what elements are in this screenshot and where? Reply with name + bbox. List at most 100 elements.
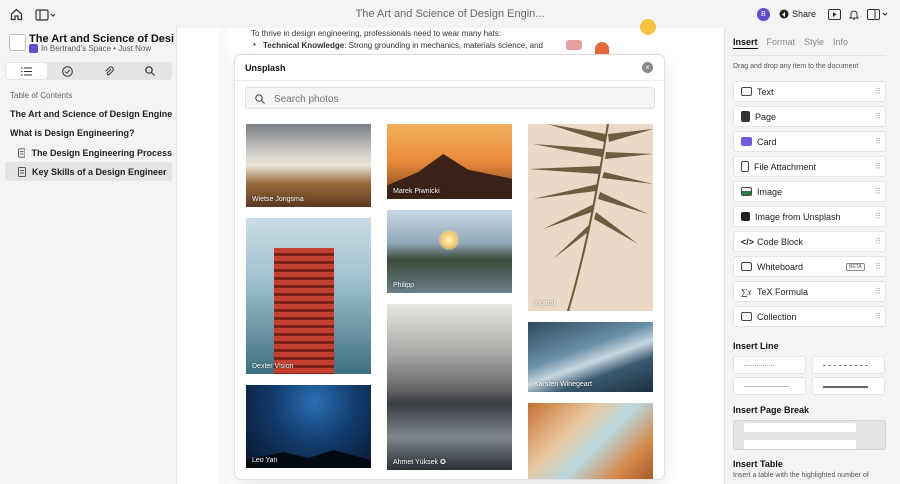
photo-credit: Wietse Jongsma <box>252 196 304 203</box>
top-bar: The Art and Science of Design Engin... B… <box>0 0 900 28</box>
home-icon[interactable] <box>9 7 24 22</box>
image-icon <box>741 187 752 196</box>
tab-style[interactable]: Style <box>804 37 824 49</box>
photo-card[interactable]: Dexter Vision <box>246 218 371 374</box>
present-icon[interactable] <box>828 8 841 20</box>
search-bar <box>245 87 655 109</box>
item-label: Code Block <box>757 236 804 247</box>
photo-card[interactable]: Wietse Jongsma <box>246 124 371 207</box>
insert-code-block-item[interactable]: </> Code Block ⠿ <box>733 231 886 252</box>
toc-item-label: Key Skills of a Design Engineer <box>32 166 167 177</box>
page-gutter <box>218 28 228 484</box>
insert-page-item[interactable]: Page ⠿ <box>733 106 886 127</box>
divider <box>235 80 664 81</box>
drag-handle-icon[interactable]: ⠿ <box>875 237 881 246</box>
drag-handle-icon[interactable]: ⠿ <box>875 112 881 121</box>
insert-table-hint: Insert a table with the highlighted numb… <box>733 472 869 479</box>
panel-tabs: Insert Format Style Info <box>733 37 848 49</box>
line-style-dotted[interactable] <box>812 356 885 374</box>
toc-item-sub[interactable]: The Design Engineering Process <box>5 144 172 162</box>
palm-leaf <box>528 124 653 311</box>
item-label: File Attachment <box>754 161 817 172</box>
photo-building <box>274 248 334 374</box>
tab-search[interactable] <box>130 63 171 79</box>
tab-attachments[interactable] <box>89 63 130 79</box>
photo-sun <box>439 230 459 250</box>
insert-whiteboard-item[interactable]: Whiteboard BETA ⠿ <box>733 256 886 277</box>
tab-insert[interactable]: Insert <box>733 37 758 49</box>
photo-credit: Ahmet Yüksek ✪ <box>393 459 446 466</box>
file-icon <box>741 161 749 172</box>
photo-card[interactable]: Leo Yan <box>246 385 371 468</box>
insert-text-item[interactable]: Text ⠿ <box>733 81 886 102</box>
panel-divider <box>733 55 886 56</box>
photo-card[interactable]: Ingmar <box>528 124 653 311</box>
drag-handle-icon[interactable]: ⠿ <box>875 87 881 96</box>
sigma-icon: ∑x <box>741 286 752 297</box>
bell-icon[interactable] <box>849 8 859 20</box>
close-icon[interactable]: × <box>642 62 653 73</box>
sidebar-toggle-icon[interactable] <box>34 7 58 22</box>
card-icon <box>741 137 752 146</box>
search-icon <box>145 66 156 76</box>
item-label: Image from Unsplash <box>755 211 841 222</box>
item-label: Card <box>757 136 777 147</box>
sticker-flame <box>595 42 609 56</box>
photo-card[interactable] <box>528 403 653 479</box>
insert-unsplash-item[interactable]: Image from Unsplash ⠿ <box>733 206 886 227</box>
search-input[interactable] <box>274 92 644 106</box>
photo-card[interactable]: Marek Piwnicki <box>387 124 512 199</box>
drag-handle-icon[interactable]: ⠿ <box>875 162 881 171</box>
check-circle-icon <box>62 65 74 77</box>
toc-heading: Table of Contents <box>10 91 73 100</box>
page-icon <box>741 111 750 122</box>
photo-card[interactable]: Ahmet Yüksek ✪ <box>387 304 512 470</box>
share-icon <box>779 9 789 19</box>
sticker-car <box>566 40 582 50</box>
collection-icon <box>741 312 752 321</box>
insert-image-item[interactable]: Image ⠿ <box>733 181 886 202</box>
item-label: Whiteboard <box>757 261 804 272</box>
toc-item[interactable]: What is Design Engineering? <box>10 128 135 138</box>
tab-outline[interactable] <box>6 63 48 79</box>
item-label: Collection <box>757 311 797 322</box>
drag-handle-icon[interactable]: ⠿ <box>875 312 881 321</box>
window-title: The Art and Science of Design Engin... <box>355 8 545 20</box>
photo-card[interactable]: Philipp <box>387 210 512 293</box>
tab-tasks[interactable] <box>47 63 88 79</box>
toc-item-label: The Design Engineering Process <box>31 148 172 158</box>
document-icon <box>9 34 26 51</box>
drag-handle-icon[interactable]: ⠿ <box>875 212 881 221</box>
whiteboard-icon <box>741 262 752 271</box>
sidebar-tabs <box>5 62 172 80</box>
insert-file-attachment-item[interactable]: File Attachment ⠿ <box>733 156 886 177</box>
panel-toggle-icon[interactable] <box>866 8 890 20</box>
tab-format[interactable]: Format <box>767 37 796 49</box>
emoji-sticker <box>640 19 656 35</box>
avatar[interactable]: B <box>757 8 770 21</box>
share-button[interactable]: Share <box>775 5 820 23</box>
insert-tex-item[interactable]: ∑x TeX Formula ⠿ <box>733 281 886 302</box>
insert-collection-item[interactable]: Collection ⠿ <box>733 306 886 327</box>
line-style-thick[interactable] <box>812 377 885 395</box>
text-icon <box>741 87 752 96</box>
drag-handle-icon[interactable]: ⠿ <box>875 287 881 296</box>
insert-page-break-heading: Insert Page Break <box>733 405 810 415</box>
page-break-item[interactable] <box>733 420 886 450</box>
line-style-thin[interactable] <box>733 377 806 395</box>
drag-handle-icon[interactable]: ⠿ <box>875 187 881 196</box>
code-icon: </> <box>741 236 755 247</box>
toc-item-sub-selected[interactable]: Key Skills of a Design Engineer <box>5 162 172 181</box>
tab-info[interactable]: Info <box>833 37 848 49</box>
toc-item[interactable]: The Art and Science of Design Engineer..… <box>10 109 172 119</box>
modal-title: Unsplash <box>245 63 286 73</box>
page-icon <box>18 148 26 158</box>
drag-handle-icon[interactable]: ⠿ <box>875 262 881 271</box>
photo-card[interactable]: Karsten Winegeart <box>528 322 653 392</box>
drag-handle-icon[interactable]: ⠿ <box>875 137 881 146</box>
line-style-dotted-sparse[interactable] <box>733 356 806 374</box>
doc-bullet-text: : Strong grounding in mechanics, materia… <box>344 41 543 50</box>
insert-card-item[interactable]: Card ⠿ <box>733 131 886 152</box>
unsplash-icon <box>741 212 750 221</box>
doc-bullet-bold: Technical Knowledge <box>263 41 345 50</box>
